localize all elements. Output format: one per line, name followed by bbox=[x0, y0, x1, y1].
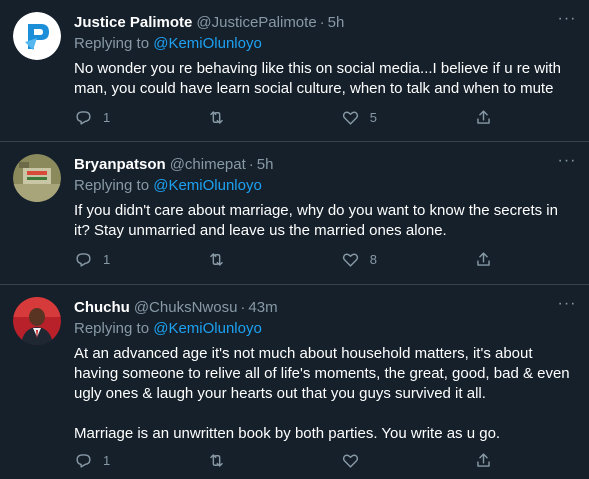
share-icon bbox=[477, 110, 490, 124]
mention-link[interactable]: @KemiOlunloyo bbox=[153, 35, 262, 52]
display-name[interactable]: Chuchu bbox=[74, 299, 130, 316]
timestamp[interactable]: 43m bbox=[248, 299, 277, 316]
timestamp[interactable]: 5h bbox=[328, 14, 345, 31]
tweet-header: Chuchu @ChuksNwosu · 43m bbox=[74, 297, 577, 317]
user-handle[interactable]: @chimepat bbox=[170, 156, 246, 173]
reply-count: 1 bbox=[103, 252, 111, 267]
retweet-icon bbox=[210, 111, 224, 124]
action-bar: 1 5 bbox=[74, 108, 504, 127]
replying-to: Replying to @KemiOlunloyo bbox=[74, 176, 577, 196]
reply-count: 1 bbox=[103, 453, 111, 468]
reply-button[interactable]: 1 bbox=[74, 451, 207, 470]
tweet-header: Justice Palimote @JusticePalimote · 5h bbox=[74, 12, 577, 32]
separator: · bbox=[248, 155, 254, 173]
tweet[interactable]: Bryanpatson @chimepat · 5h ··· Replying … bbox=[0, 142, 589, 285]
reply-count: 1 bbox=[103, 110, 111, 125]
replying-to: Replying to @KemiOlunloyo bbox=[74, 319, 577, 339]
mention-link[interactable]: @KemiOlunloyo bbox=[153, 177, 262, 194]
more-icon[interactable]: ··· bbox=[557, 153, 577, 174]
separator: · bbox=[240, 298, 246, 316]
replying-to-label: Replying to bbox=[74, 177, 154, 194]
tweet-text: At an advanced age it's not much about h… bbox=[74, 345, 570, 442]
more-icon[interactable]: ··· bbox=[557, 11, 577, 32]
share-icon bbox=[477, 453, 490, 467]
like-button[interactable]: 5 bbox=[341, 108, 474, 127]
timestamp[interactable]: 5h bbox=[257, 156, 274, 173]
like-icon bbox=[342, 111, 358, 125]
tweet[interactable]: Justice Palimote @JusticePalimote · 5h ·… bbox=[0, 0, 589, 142]
user-handle[interactable]: @JusticePalimote bbox=[196, 14, 316, 31]
retweet-button[interactable] bbox=[207, 250, 340, 269]
reply-icon bbox=[76, 454, 91, 468]
avatar[interactable] bbox=[13, 12, 61, 60]
display-name[interactable]: Justice Palimote bbox=[74, 14, 192, 31]
retweet-icon bbox=[210, 253, 224, 266]
reply-icon bbox=[76, 111, 91, 125]
reply-button[interactable]: 1 bbox=[74, 108, 207, 127]
more-icon[interactable]: ··· bbox=[557, 296, 577, 317]
separator: · bbox=[319, 13, 325, 31]
reply-button[interactable]: 1 bbox=[74, 250, 207, 269]
replying-to: Replying to @KemiOlunloyo bbox=[74, 34, 577, 54]
replying-to-label: Replying to bbox=[74, 320, 154, 337]
tweet[interactable]: Chuchu @ChuksNwosu · 43m ··· Replying to… bbox=[0, 285, 589, 479]
tweet-header: Bryanpatson @chimepat · 5h bbox=[74, 154, 577, 174]
photo-avatar-icon bbox=[13, 297, 61, 345]
like-count: 8 bbox=[369, 252, 377, 267]
user-handle[interactable]: @ChuksNwosu bbox=[134, 299, 238, 316]
retweet-button[interactable] bbox=[207, 451, 340, 470]
action-bar: 1 8 bbox=[74, 250, 504, 269]
share-button[interactable] bbox=[474, 451, 504, 470]
tweet-text: No wonder you re behaving like this on s… bbox=[74, 60, 566, 97]
like-icon bbox=[342, 454, 358, 468]
avatar[interactable] bbox=[13, 297, 61, 345]
logo-avatar-icon bbox=[13, 12, 61, 60]
share-button[interactable] bbox=[474, 108, 504, 127]
action-bar: 1 bbox=[74, 451, 504, 470]
like-button[interactable] bbox=[341, 451, 474, 470]
display-name[interactable]: Bryanpatson bbox=[74, 156, 166, 173]
avatar[interactable] bbox=[13, 154, 61, 202]
photo-avatar-icon bbox=[13, 154, 61, 202]
like-count: 5 bbox=[369, 110, 377, 125]
tweet-text: If you didn't care about marriage, why d… bbox=[74, 202, 563, 239]
retweet-button[interactable] bbox=[207, 108, 340, 127]
like-button[interactable]: 8 bbox=[341, 250, 474, 269]
like-icon bbox=[342, 253, 358, 267]
reply-icon bbox=[76, 253, 91, 267]
mention-link[interactable]: @KemiOlunloyo bbox=[153, 320, 262, 337]
replying-to-label: Replying to bbox=[74, 35, 154, 52]
share-icon bbox=[477, 252, 490, 266]
share-button[interactable] bbox=[474, 250, 504, 269]
retweet-icon bbox=[210, 454, 224, 467]
